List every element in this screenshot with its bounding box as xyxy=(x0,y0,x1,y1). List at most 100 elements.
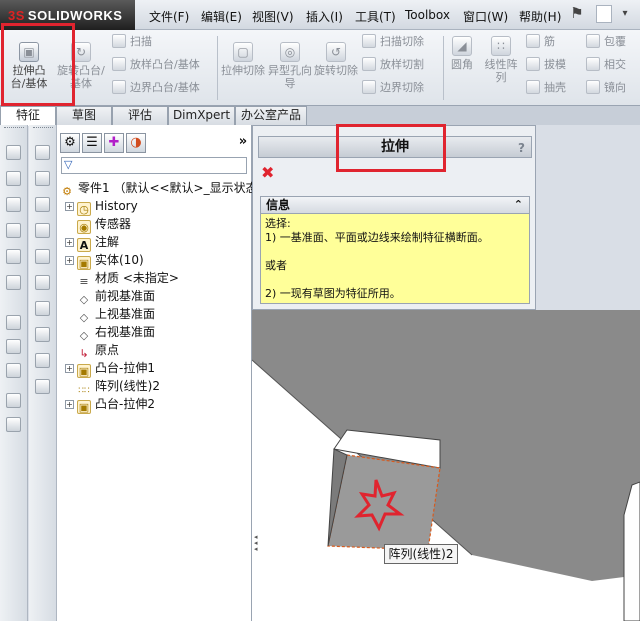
help-button[interactable]: ? xyxy=(518,138,525,158)
menu-bar: 3S SOLIDWORKS 文件(F) 编辑(E) 视图(V) 插入(I) 工具(… xyxy=(0,0,640,30)
expand-icon[interactable]: + xyxy=(65,256,74,265)
tree-item-material[interactable]: ≡ 材质 <未指定> xyxy=(65,269,179,288)
toolbar-tool-icon[interactable] xyxy=(6,145,21,160)
sweep-icon xyxy=(112,34,126,48)
toolbar-tool-icon[interactable] xyxy=(35,301,50,316)
toolbar-tool-icon[interactable] xyxy=(6,417,21,432)
tree-item-right-plane[interactable]: ◇ 右视基准面 xyxy=(65,323,155,342)
expand-icon[interactable]: + xyxy=(65,238,74,247)
panel-collapse-arrows-icon[interactable]: ◂ ◂ ◂ xyxy=(254,534,258,553)
tree-item-top-plane[interactable]: ◇ 上视基准面 xyxy=(65,305,155,324)
shell-button[interactable]: 抽壳 xyxy=(526,79,566,97)
wrap-button[interactable]: 包覆 xyxy=(586,33,626,51)
tab-office-products[interactable]: 办公室产品 xyxy=(235,106,307,125)
toolbar-tool-icon[interactable] xyxy=(35,275,50,290)
toolbar-tool-icon[interactable] xyxy=(35,197,50,212)
toolbar-tool-icon[interactable] xyxy=(6,223,21,238)
command-tabs: 特征 草图 评估 DimXpert 办公室产品 xyxy=(0,106,640,126)
menu-help[interactable]: 帮助(H) xyxy=(519,8,561,25)
toolbar-tool-icon[interactable] xyxy=(35,145,50,160)
tab-dimxpert[interactable]: DimXpert xyxy=(168,106,235,125)
feature-manager-tree: ⚙ ☰ ✚ ◑ » ▽ ⚙ 零件1 （默认<<默认>_显示状态 + ◷ History… xyxy=(57,125,258,621)
toolbar-tool-icon[interactable] xyxy=(6,393,21,408)
boundary-boss-button[interactable]: 边界凸台/基体 xyxy=(112,79,200,97)
more-tabs-icon[interactable]: » xyxy=(233,133,253,153)
cancel-x-icon[interactable]: ✖ xyxy=(261,165,274,181)
sweep-button[interactable]: 扫描 xyxy=(112,33,152,51)
expand-icon[interactable]: + xyxy=(65,202,74,211)
pin-icon[interactable]: ⚑ xyxy=(568,4,586,24)
toolbar-separator xyxy=(443,36,444,100)
tree-item-origin[interactable]: ↳ 原点 xyxy=(65,341,119,360)
tree-item-boss-extrude-2[interactable]: + ▣ 凸台-拉伸2 xyxy=(65,395,155,414)
menu-window[interactable]: 窗口(W) xyxy=(463,8,508,25)
tree-item-solid-bodies[interactable]: + ▣ 实体(10) xyxy=(65,251,144,270)
boundary-cut-button[interactable]: 边界切除 xyxy=(362,79,424,97)
extrude-cut-button[interactable]: ▢ 拉伸切除 xyxy=(221,42,265,77)
swept-cut-button[interactable]: 扫描切除 xyxy=(362,33,424,51)
rib-icon xyxy=(526,34,540,48)
toolbar-tool-icon[interactable] xyxy=(6,197,21,212)
display-manager-tab-icon[interactable]: ◑ xyxy=(126,133,146,153)
expand-icon[interactable]: + xyxy=(65,364,74,373)
menu-toolbox[interactable]: Toolbox xyxy=(405,8,450,22)
linear-pattern-icon: ∷ xyxy=(491,36,511,56)
boundary-cut-icon xyxy=(362,80,376,94)
expand-icon[interactable]: + xyxy=(65,400,74,409)
toolbar-grip[interactable] xyxy=(33,127,53,130)
toolbar-tool-icon[interactable] xyxy=(6,339,21,354)
tree-filter-field[interactable]: ▽ xyxy=(61,157,247,174)
rib-button[interactable]: 筋 xyxy=(526,33,555,51)
toolbar-tool-icon[interactable] xyxy=(35,379,50,394)
loft-boss-button[interactable]: 放样凸台/基体 xyxy=(112,56,200,74)
hole-wizard-button[interactable]: ◎ 异型孔向导 xyxy=(268,42,312,90)
message-line xyxy=(265,273,525,287)
menu-view[interactable]: 视图(V) xyxy=(252,8,294,25)
menu-icon-group: ⚑ ▾ xyxy=(568,4,640,26)
toolbar-tool-icon[interactable] xyxy=(6,363,21,378)
configuration-manager-tab-icon[interactable]: ✚ xyxy=(104,133,124,153)
draft-button[interactable]: 拔模 xyxy=(526,56,566,74)
solid-bodies-icon: ▣ xyxy=(77,256,91,270)
tree-item-sensors[interactable]: ◉ 传感器 xyxy=(65,215,131,234)
tree-item-history[interactable]: + ◷ History xyxy=(65,197,138,216)
extrude-feature-icon: ▣ xyxy=(77,400,91,414)
toolbar-grip[interactable] xyxy=(4,127,24,130)
toolbar-tool-icon[interactable] xyxy=(6,275,21,290)
swept-cut-icon xyxy=(362,34,376,48)
dropdown-arrow-icon[interactable]: ▾ xyxy=(616,8,634,28)
linear-pattern-button[interactable]: ∷ 线性阵列 xyxy=(481,36,521,84)
menu-file[interactable]: 文件(F) xyxy=(149,8,189,25)
tree-item-linear-pattern-2[interactable]: ∷∷ 阵列(线性)2 xyxy=(65,377,160,396)
toolbar-tool-icon[interactable] xyxy=(35,223,50,238)
lofted-cut-button[interactable]: 放样切割 xyxy=(362,56,424,74)
graphics-area[interactable] xyxy=(252,310,640,621)
toolbar-tool-icon[interactable] xyxy=(35,249,50,264)
property-manager-tab-icon[interactable]: ☰ xyxy=(82,133,102,153)
toolbar-tool-icon[interactable] xyxy=(35,171,50,186)
toolbar-tool-icon[interactable] xyxy=(35,327,50,342)
revolve-cut-button[interactable]: ↺ 旋转切除 xyxy=(314,42,358,77)
mirror-button[interactable]: 镜向 xyxy=(586,79,626,97)
tab-sketch[interactable]: 草图 xyxy=(56,106,112,125)
toolbar-tool-icon[interactable] xyxy=(6,315,21,330)
tab-evaluate[interactable]: 评估 xyxy=(112,106,168,125)
menu-edit[interactable]: 编辑(E) xyxy=(201,8,242,25)
menu-insert[interactable]: 插入(I) xyxy=(306,8,343,25)
message-section-header[interactable]: 信息 ⌃ xyxy=(260,196,530,214)
collapse-chevron-icon[interactable]: ⌃ xyxy=(514,197,523,213)
tree-item-boss-extrude-1[interactable]: + ▣ 凸台-拉伸1 xyxy=(65,359,155,378)
feature-manager-tab-icon[interactable]: ⚙ xyxy=(60,133,80,153)
tree-tab-bar: ⚙ ☰ ✚ ◑ » xyxy=(57,133,252,155)
menu-tools[interactable]: 工具(T) xyxy=(355,8,396,25)
intersect-button[interactable]: 相交 xyxy=(586,56,626,74)
tree-item-front-plane[interactable]: ◇ 前视基准面 xyxy=(65,287,155,306)
tree-root-part[interactable]: ⚙ 零件1 （默认<<默认>_显示状态 xyxy=(60,179,258,198)
toolbar-tool-icon[interactable] xyxy=(6,171,21,186)
toolbar-tool-icon[interactable] xyxy=(6,249,21,264)
tree-item-annotations[interactable]: + A 注解 xyxy=(65,233,119,252)
new-document-icon[interactable] xyxy=(596,5,612,23)
tab-features[interactable]: 特征 xyxy=(0,106,56,126)
fillet-button[interactable]: ◢ 圆角 xyxy=(447,36,477,71)
toolbar-tool-icon[interactable] xyxy=(35,353,50,368)
